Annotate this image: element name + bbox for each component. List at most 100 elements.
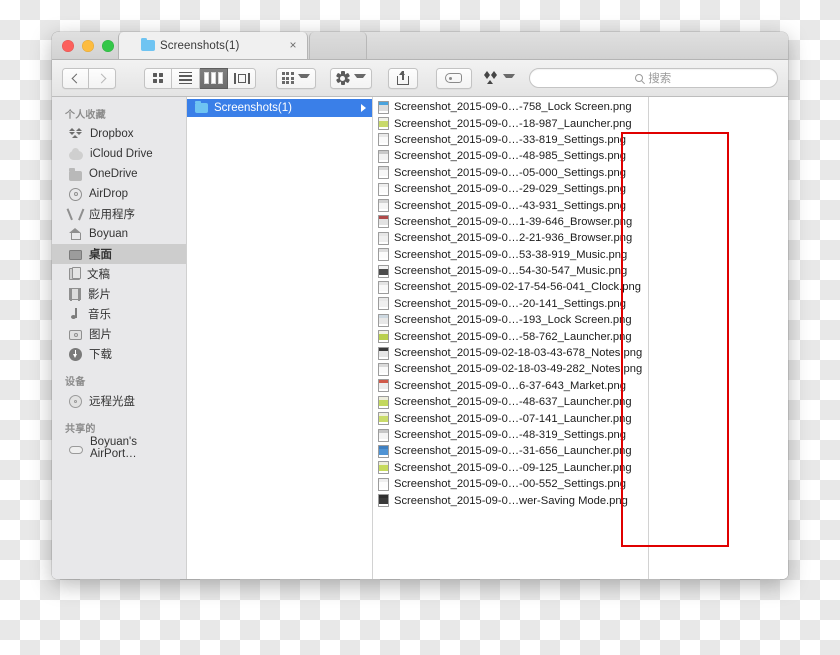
toolbar: 搜索 bbox=[52, 60, 788, 97]
movies-icon bbox=[69, 288, 81, 301]
file-row[interactable]: Screenshot_2015-09-0…-58-762_Launcher.pn… bbox=[373, 328, 648, 344]
chevron-right-icon bbox=[361, 104, 366, 112]
file-name-label: Screenshot_2015-09-0…1-39-646_Browser.pn… bbox=[394, 215, 633, 228]
sidebar-item-onedrive[interactable]: OneDrive bbox=[52, 164, 186, 184]
zoom-window-button[interactable] bbox=[102, 40, 114, 52]
file-row[interactable]: Screenshot_2015-09-0…-33-819_Settings.pn… bbox=[373, 132, 648, 148]
sidebar-item-[interactable]: 图片 bbox=[52, 324, 186, 344]
home-icon bbox=[69, 228, 82, 240]
tab-new[interactable] bbox=[309, 32, 367, 59]
tag-icon bbox=[445, 73, 463, 83]
file-row[interactable]: Screenshot_2015-09-02-18-03-49-282_Notes… bbox=[373, 361, 648, 377]
sidebar-item-boyuan[interactable]: Boyuan bbox=[52, 224, 186, 244]
sidebar-item-icloud-drive[interactable]: iCloud Drive bbox=[52, 144, 186, 164]
file-name-label: Screenshot_2015-09-0…54-30-547_Music.png bbox=[394, 265, 628, 278]
minimize-window-button[interactable] bbox=[82, 40, 94, 52]
sidebar-item-label: 桌面 bbox=[89, 249, 112, 261]
file-row[interactable]: Screenshot_2015-09-0…-193_Lock Screen.pn… bbox=[373, 312, 648, 328]
list-icon bbox=[179, 71, 192, 85]
chevron-down-icon bbox=[297, 74, 310, 82]
file-row[interactable]: Screenshot_2015-09-0…-758_Lock Screen.pn… bbox=[373, 99, 648, 115]
file-row[interactable]: Screenshot_2015-09-0…53-38-919_Music.png bbox=[373, 247, 648, 263]
sidebar-item-label: 图片 bbox=[89, 329, 112, 341]
column-folders: Screenshots(1) bbox=[187, 97, 373, 579]
file-row[interactable]: Screenshot_2015-09-0…-48-985_Settings.pn… bbox=[373, 148, 648, 164]
sidebar-item-label: AirDrop bbox=[89, 188, 128, 200]
action-menu-button[interactable] bbox=[329, 67, 372, 89]
tags-button[interactable] bbox=[435, 67, 472, 89]
arrange-button[interactable] bbox=[276, 67, 316, 89]
file-thumbnail-icon bbox=[378, 346, 389, 360]
back-button[interactable] bbox=[62, 67, 89, 89]
file-name-label: Screenshot_2015-09-0…-07-141_Launcher.pn… bbox=[394, 412, 632, 425]
file-name-label: Screenshot_2015-09-0…2-21-936_Browser.pn… bbox=[394, 232, 633, 245]
gallery-view-button[interactable] bbox=[228, 67, 256, 89]
file-row[interactable]: Screenshot_2015-09-0…-07-141_Launcher.pn… bbox=[373, 410, 648, 426]
file-thumbnail-icon bbox=[378, 100, 389, 114]
file-thumbnail-icon bbox=[378, 280, 389, 294]
file-row[interactable]: Screenshot_2015-09-0…1-39-646_Browser.pn… bbox=[373, 214, 648, 230]
file-row[interactable]: Screenshot_2015-09-0…-48-319_Settings.pn… bbox=[373, 427, 648, 443]
file-row[interactable]: Screenshot_2015-09-0…2-21-936_Browser.pn… bbox=[373, 230, 648, 246]
sidebar-item-airdrop[interactable]: AirDrop bbox=[52, 184, 186, 204]
applications-icon bbox=[69, 208, 82, 220]
file-name-label: Screenshot_2015-09-0…wer-Saving Mode.png bbox=[394, 494, 628, 507]
file-thumbnail-icon bbox=[378, 133, 389, 147]
search-input[interactable]: 搜索 bbox=[528, 68, 778, 88]
file-name-label: Screenshot_2015-09-0…-758_Lock Screen.pn… bbox=[394, 101, 632, 114]
file-row[interactable]: Screenshot_2015-09-0…-43-931_Settings.pn… bbox=[373, 197, 648, 213]
sidebar-item-label: iCloud Drive bbox=[90, 148, 153, 160]
file-name-label: Screenshot_2015-09-0…-20-141_Settings.pn… bbox=[394, 297, 626, 310]
column-files: Screenshot_2015-09-0…-758_Lock Screen.pn… bbox=[373, 97, 649, 579]
folder-icon bbox=[69, 168, 82, 181]
folder-icon bbox=[195, 100, 208, 113]
file-thumbnail-icon bbox=[378, 428, 389, 442]
sidebar-item-dropbox[interactable]: Dropbox bbox=[52, 124, 186, 144]
pictures-icon bbox=[69, 330, 82, 340]
sidebar-item-[interactable]: 音乐 bbox=[52, 304, 186, 324]
file-row[interactable]: Screenshot_2015-09-02-17-54-56-041_Clock… bbox=[373, 279, 648, 295]
folder-icon bbox=[141, 37, 155, 51]
dropbox-menu-button[interactable] bbox=[483, 71, 515, 85]
sidebar-item-label: 文稿 bbox=[87, 269, 110, 281]
file-row[interactable]: Screenshot_2015-09-0…-31-656_Launcher.pn… bbox=[373, 443, 648, 459]
sidebar-item-[interactable]: 文稿 bbox=[52, 264, 186, 284]
icon-view-button[interactable] bbox=[144, 67, 172, 89]
file-name-label: Screenshot_2015-09-0…-58-762_Launcher.pn… bbox=[394, 330, 632, 343]
folder-row-label: Screenshots(1) bbox=[214, 102, 292, 114]
close-window-button[interactable] bbox=[62, 40, 74, 52]
sidebar-item-[interactable]: 影片 bbox=[52, 284, 186, 304]
close-icon[interactable]: × bbox=[287, 39, 299, 51]
file-row[interactable]: Screenshot_2015-09-0…-09-125_Launcher.pn… bbox=[373, 460, 648, 476]
file-row[interactable]: Screenshot_2015-09-02-18-03-43-678_Notes… bbox=[373, 345, 648, 361]
folder-row[interactable]: Screenshots(1) bbox=[187, 99, 372, 117]
file-row[interactable]: Screenshot_2015-09-0…-29-029_Settings.pn… bbox=[373, 181, 648, 197]
file-row[interactable]: Screenshot_2015-09-0…-00-552_Settings.pn… bbox=[373, 476, 648, 492]
cloud-icon bbox=[69, 147, 83, 160]
file-row[interactable]: Screenshot_2015-09-0…-18-987_Launcher.pn… bbox=[373, 115, 648, 131]
share-button[interactable] bbox=[387, 67, 418, 89]
file-row[interactable]: Screenshot_2015-09-0…-48-637_Launcher.pn… bbox=[373, 394, 648, 410]
file-row[interactable]: Screenshot_2015-09-0…6-37-643_Market.png bbox=[373, 378, 648, 394]
file-row[interactable]: Screenshot_2015-09-0…wer-Saving Mode.png bbox=[373, 492, 648, 508]
list-view-button[interactable] bbox=[172, 67, 200, 89]
window-content: 个人收藏 Dropbox iCloud Drive OneDrive AirDrop 应用… bbox=[52, 97, 788, 579]
sidebar-item-label: 下载 bbox=[89, 349, 112, 361]
sidebar-item-[interactable]: 应用程序 bbox=[52, 204, 186, 224]
file-thumbnail-icon bbox=[378, 412, 389, 426]
sidebar-item-[interactable]: 下载 bbox=[52, 344, 186, 364]
file-row[interactable]: Screenshot_2015-09-0…-20-141_Settings.pn… bbox=[373, 296, 648, 312]
file-thumbnail-icon bbox=[378, 149, 389, 163]
file-row[interactable]: Screenshot_2015-09-0…54-30-547_Music.png bbox=[373, 263, 648, 279]
forward-button[interactable] bbox=[89, 67, 116, 89]
column-view-button[interactable] bbox=[200, 67, 228, 89]
file-thumbnail-icon bbox=[378, 330, 389, 344]
file-row[interactable]: Screenshot_2015-09-0…-05-000_Settings.pn… bbox=[373, 165, 648, 181]
tab-screenshots[interactable]: Screenshots(1) × bbox=[118, 32, 308, 59]
dropbox-icon bbox=[483, 71, 499, 85]
sidebar-item-boyuan-s-airport[interactable]: Boyuan's AirPort… bbox=[52, 436, 186, 460]
file-name-label: Screenshot_2015-09-0…6-37-643_Market.png bbox=[394, 379, 626, 392]
sidebar-section-header: 设备 bbox=[65, 377, 86, 388]
sidebar-item-[interactable]: 桌面 bbox=[52, 244, 186, 264]
sidebar-item-[interactable]: 远程光盘 bbox=[52, 391, 186, 411]
